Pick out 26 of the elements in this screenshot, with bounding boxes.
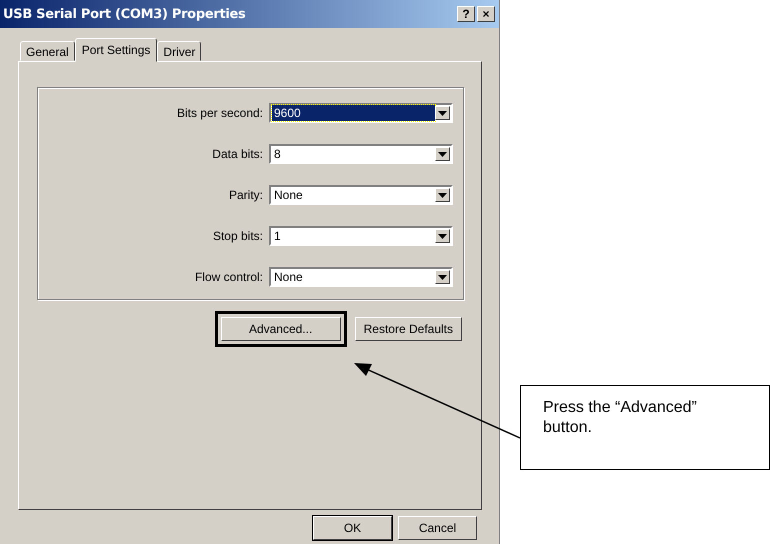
restore-defaults-button[interactable]: Restore Defaults [354, 317, 462, 341]
dropdown-value: 8 [273, 146, 282, 162]
cancel-button[interactable]: Cancel [398, 516, 477, 540]
dropdown[interactable]: None [269, 267, 453, 287]
tab[interactable]: Port Settings [74, 38, 158, 62]
callout-text: Press the “Advanced” button. [543, 398, 698, 438]
help-button[interactable]: ? [457, 6, 475, 22]
dropdown-value: 9600 [272, 105, 435, 121]
setting-label: Parity: [228, 188, 263, 202]
dropdown[interactable]: 1 [269, 226, 453, 246]
setting-label: Stop bits: [212, 229, 263, 243]
dropdown-value: None [273, 187, 304, 203]
ok-button[interactable]: OK [313, 516, 392, 540]
advanced-button[interactable]: Advanced... [220, 317, 341, 341]
tab[interactable]: Driver [157, 41, 202, 61]
setting-label: Flow control: [194, 270, 263, 284]
dropdown[interactable]: None [269, 185, 453, 205]
dropdown-value: None [273, 269, 304, 285]
window-title: USB Serial Port (COM3) Properties [3, 6, 246, 22]
tab[interactable]: General [20, 41, 75, 61]
setting-label: Data bits: [212, 147, 263, 161]
setting-label: Bits per second: [176, 106, 263, 120]
dropdown[interactable]: 9600 [269, 103, 453, 123]
dropdown[interactable]: 8 [269, 144, 453, 164]
close-button[interactable]: × [477, 6, 495, 22]
dropdown-value: 1 [273, 228, 282, 244]
